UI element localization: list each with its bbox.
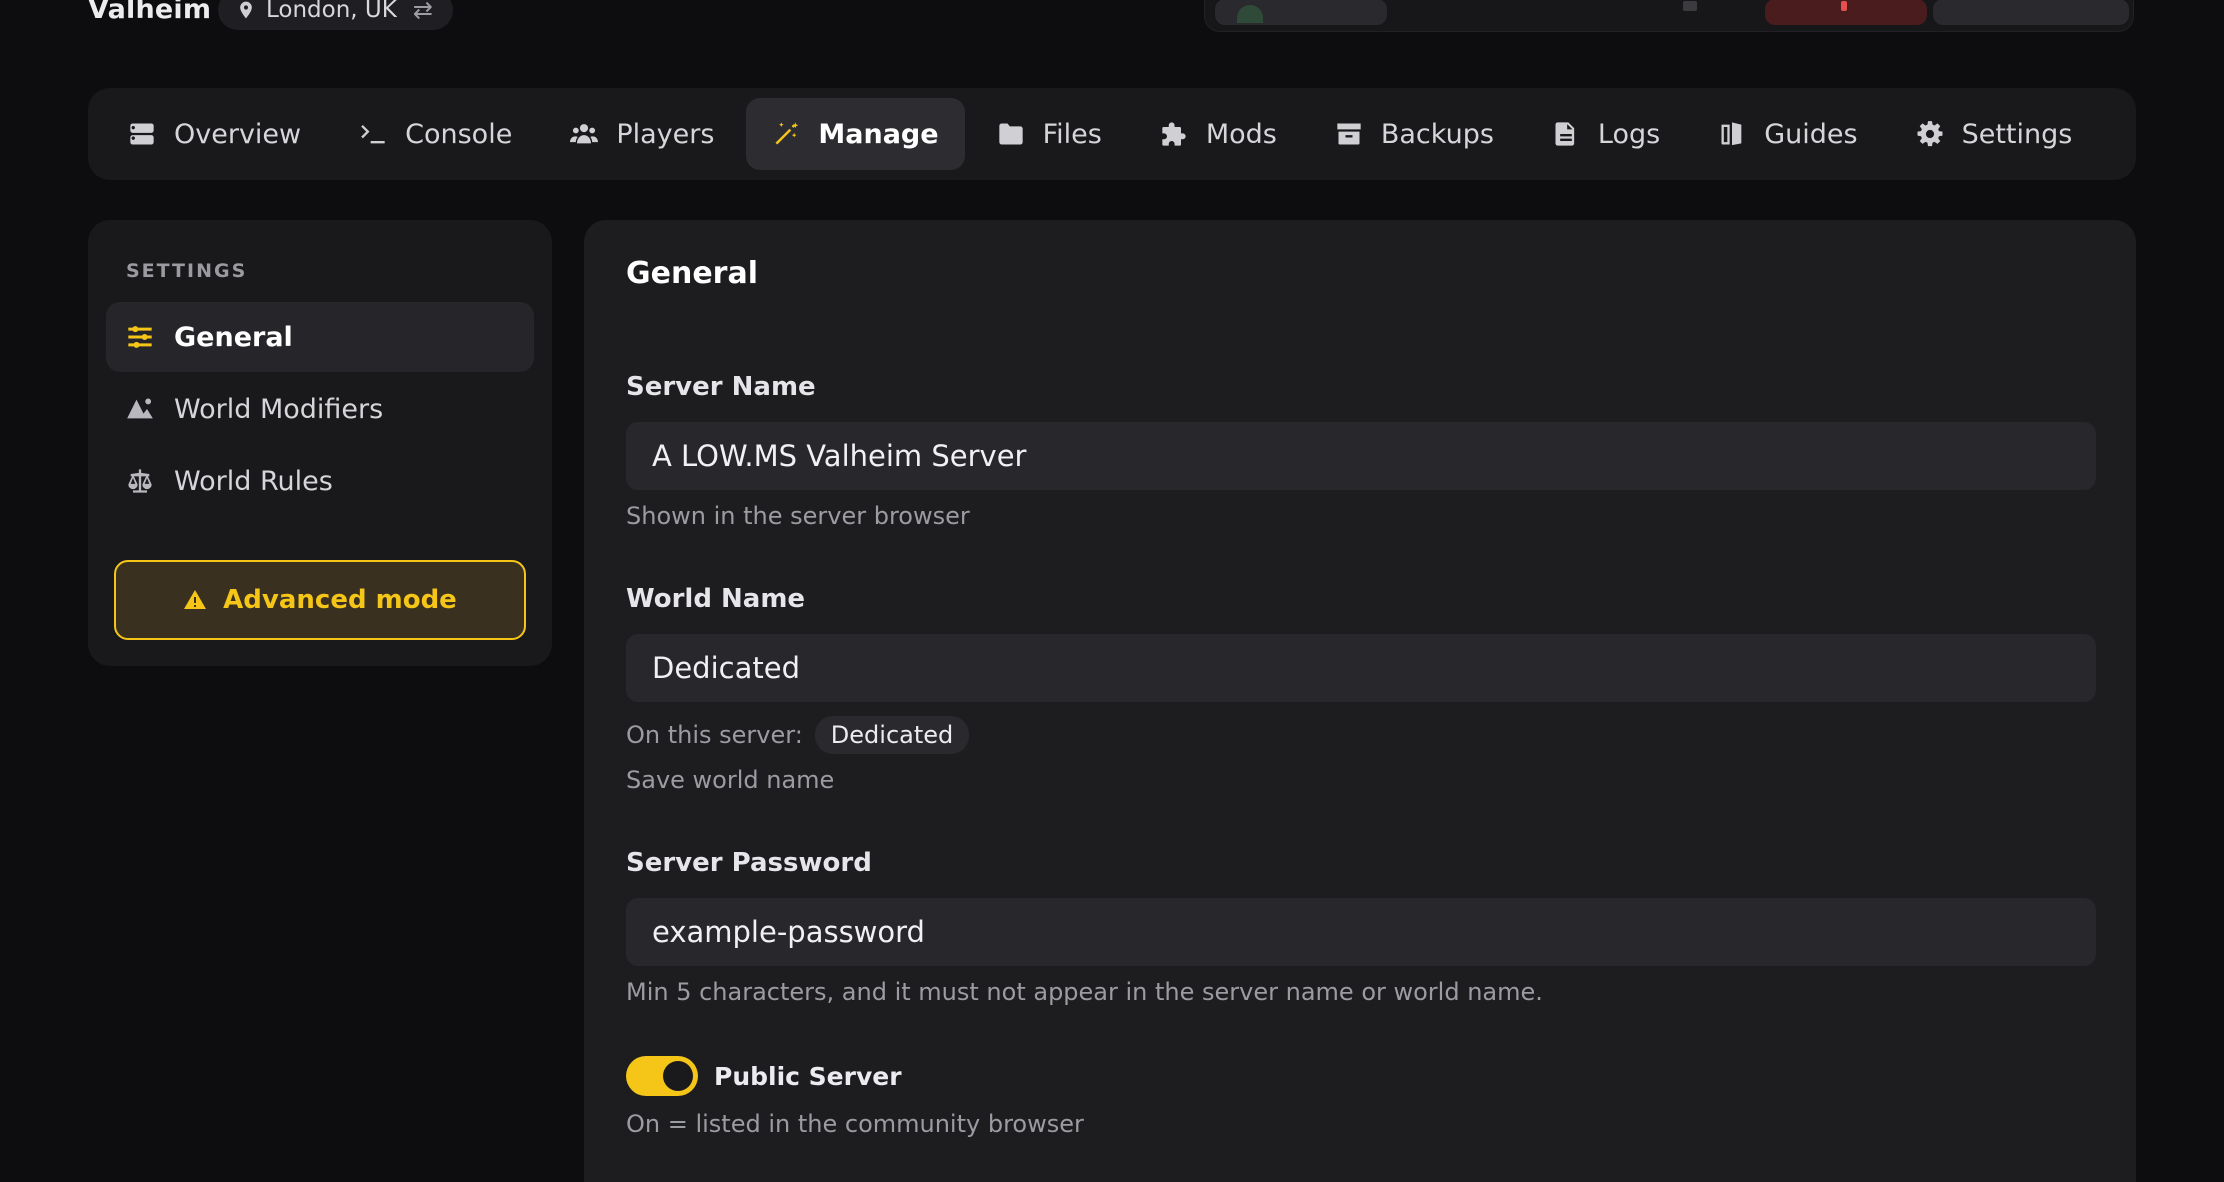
- sidebar-item-label: General: [174, 321, 293, 353]
- tab-guides[interactable]: Guides: [1692, 98, 1883, 170]
- book-icon: [1721, 122, 1742, 146]
- public-server-hint: On = listed in the community browser: [626, 1110, 1084, 1138]
- sidebar-item-general[interactable]: General: [106, 302, 534, 372]
- settings-sidebar: SETTINGS General World Modifiers World R…: [88, 220, 552, 666]
- copy-icon[interactable]: [1683, 1, 1697, 11]
- server-name-input[interactable]: [626, 422, 2096, 490]
- folder-icon: [998, 123, 1023, 145]
- tab-label: Overview: [174, 118, 302, 150]
- sidebar-item-label: World Modifiers: [174, 393, 384, 425]
- tab-settings[interactable]: Settings: [1890, 98, 2099, 170]
- on-server-label: On this server:: [626, 721, 803, 749]
- archive-icon: [1337, 123, 1361, 145]
- sliders-icon: [128, 326, 152, 348]
- location-label: London, UK: [266, 0, 397, 23]
- tab-backups[interactable]: Backups: [1309, 98, 1520, 170]
- public-server-label: Public Server: [714, 1061, 902, 1091]
- magic-wand-icon: [775, 122, 799, 145]
- mountain-icon: [127, 398, 153, 419]
- gear-icon: [1917, 121, 1943, 147]
- sidebar-item-world-modifiers[interactable]: World Modifiers: [106, 374, 534, 444]
- advanced-mode-label: Advanced mode: [223, 585, 457, 615]
- swap-icon: ⇄: [412, 0, 433, 24]
- map-pin-icon: [240, 1, 252, 19]
- tab-label: Logs: [1597, 118, 1661, 150]
- tab-mods[interactable]: Mods: [1134, 98, 1303, 170]
- public-server-row: Public Server: [626, 1056, 902, 1096]
- tab-console[interactable]: Console: [333, 98, 538, 170]
- tab-label: Settings: [1961, 118, 2073, 150]
- sidebar-item-label: World Rules: [174, 465, 333, 497]
- restart-button[interactable]: [1933, 0, 2129, 25]
- warning-icon: [184, 590, 207, 609]
- panel-title: General: [626, 256, 758, 291]
- tab-manage[interactable]: Manage: [746, 98, 965, 170]
- tab-label: Console: [405, 118, 513, 150]
- world-name-input[interactable]: [626, 634, 2096, 702]
- save-world-name-link[interactable]: Save world name: [626, 766, 834, 794]
- tab-label: Files: [1042, 118, 1102, 150]
- top-bar: Valheim London, UK ⇄: [0, 0, 2224, 40]
- tab-overview[interactable]: Overview: [102, 98, 327, 170]
- server-password-input[interactable]: [626, 898, 2096, 966]
- puzzle-icon: [1162, 122, 1186, 146]
- advanced-mode-button[interactable]: Advanced mode: [114, 560, 526, 640]
- users-icon: [570, 124, 599, 144]
- location-selector[interactable]: London, UK ⇄: [218, 0, 453, 30]
- status-button[interactable]: [1215, 0, 1387, 25]
- scale-icon: [128, 469, 152, 493]
- tab-logs[interactable]: Logs: [1526, 98, 1686, 170]
- tab-label: Backups: [1380, 118, 1494, 150]
- server-password-hint: Min 5 characters, and it must not appear…: [626, 978, 1543, 1006]
- main-tabs: Overview Console Players Manage Files Mo…: [88, 88, 2136, 180]
- tab-label: Manage: [818, 118, 939, 150]
- tab-label: Guides: [1764, 118, 1858, 150]
- stop-button[interactable]: [1765, 0, 1927, 25]
- server-password-label: Server Password: [626, 848, 872, 878]
- server-name-label: Server Name: [626, 372, 816, 402]
- terminal-icon: [361, 125, 385, 144]
- world-name-label: World Name: [626, 584, 806, 614]
- file-icon: [1555, 122, 1575, 146]
- public-server-toggle[interactable]: [626, 1056, 698, 1096]
- server-title: Valheim: [88, 0, 212, 25]
- server-actions-bar: [1204, 0, 2134, 32]
- page: Valheim London, UK ⇄ Overview Console Pl…: [0, 0, 2224, 1182]
- server-name-hint: Shown in the server browser: [626, 502, 970, 530]
- sidebar-item-world-rules[interactable]: World Rules: [106, 446, 534, 516]
- tab-players[interactable]: Players: [544, 98, 740, 170]
- current-world-chip: Dedicated: [814, 716, 970, 754]
- server-icon: [130, 123, 154, 145]
- world-on-server: On this server: Dedicated: [626, 716, 970, 754]
- tab-label: Mods: [1205, 118, 1277, 150]
- sidebar-heading: SETTINGS: [126, 260, 248, 282]
- general-settings-panel: General Server Name Shown in the server …: [584, 220, 2136, 1182]
- tab-label: Players: [616, 118, 715, 150]
- tab-files[interactable]: Files: [971, 98, 1128, 170]
